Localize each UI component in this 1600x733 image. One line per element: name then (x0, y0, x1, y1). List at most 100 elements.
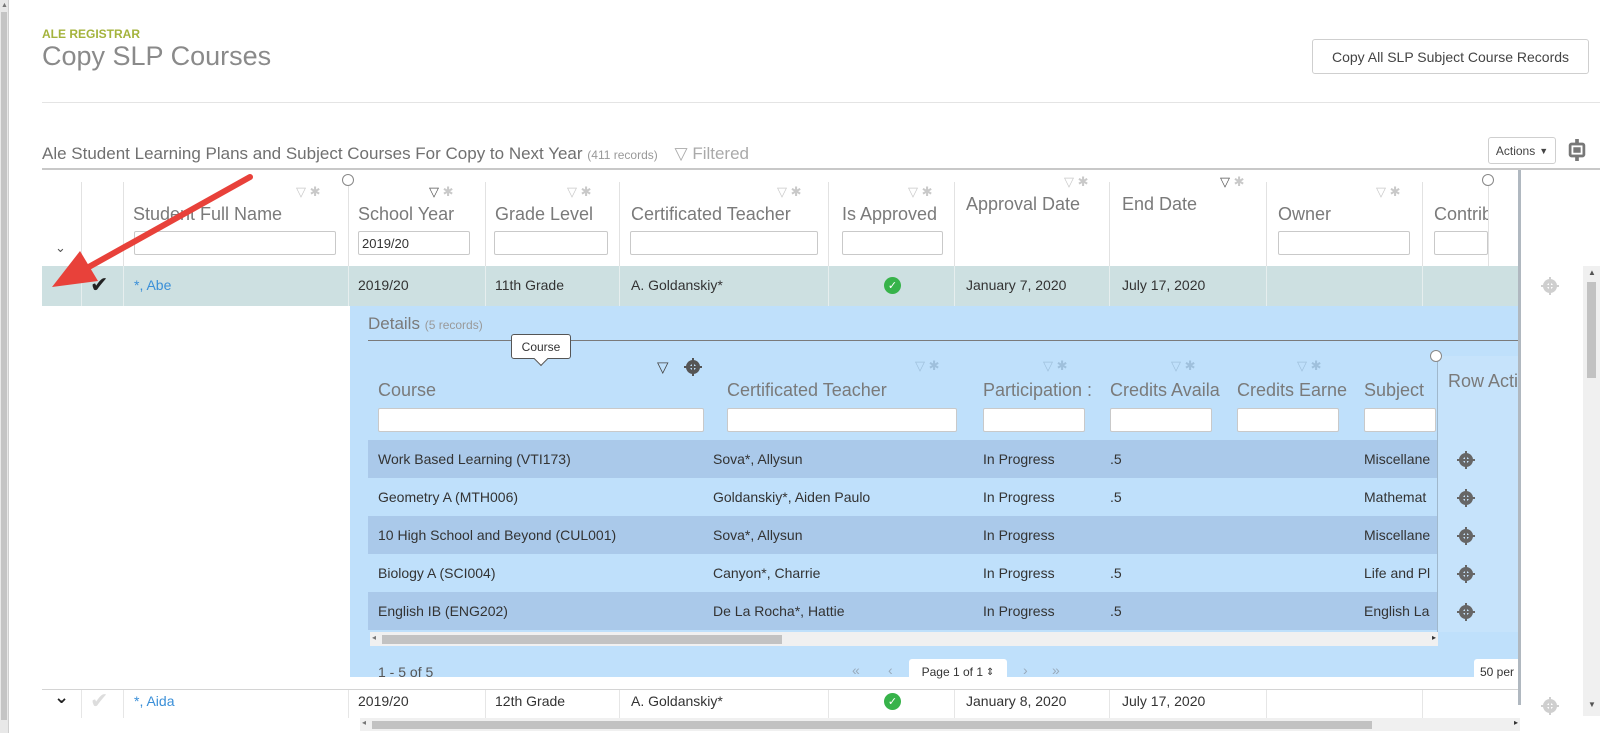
details-title: Details (5 records) (368, 314, 483, 334)
filter-grade-level[interactable] (494, 231, 608, 255)
detail-row-gear-icon[interactable] (1456, 564, 1476, 584)
row-action-gear-icon[interactable] (1540, 696, 1560, 716)
window-scroll-thumb[interactable] (1, 12, 7, 720)
filter-certificated-teacher[interactable] (630, 231, 818, 255)
detail-cell-participation: In Progress (983, 527, 1055, 543)
detail-row-gear-icon[interactable] (1456, 526, 1476, 546)
row-action-gear-icon[interactable] (1540, 276, 1560, 296)
filtered-indicator[interactable]: ▽ Filtered (675, 144, 750, 163)
cell-grade-level: 11th Grade (495, 277, 565, 293)
filter-icon[interactable]: ▽ ✱ (1376, 184, 1401, 200)
grid-record-count: (411 records) (587, 148, 658, 162)
filter-school-year[interactable] (358, 231, 470, 255)
column-resize-handle[interactable] (1430, 350, 1442, 362)
student-name-link[interactable]: *, Aida (134, 693, 174, 709)
filter-icon[interactable]: ▽ ✱ (1297, 358, 1322, 374)
detail-col-credits-earned[interactable]: Credits Earne (1237, 380, 1363, 401)
filter-contrib[interactable] (1434, 231, 1488, 255)
scroll-left-icon[interactable]: ◂ (372, 633, 376, 642)
col-certificated-teacher[interactable]: Certificated Teacher (631, 204, 791, 225)
detail-filter-credits-earned[interactable] (1237, 408, 1339, 432)
col-is-approved[interactable]: Is Approved (842, 204, 937, 225)
detail-col-row-actions[interactable]: Row Acti (1448, 371, 1518, 392)
active-filter-icon[interactable]: ▽ ✱ (1220, 174, 1245, 190)
filter-icon[interactable]: ▽ ✱ (915, 358, 940, 374)
col-approval-date[interactable]: Approval Date (966, 194, 1080, 215)
detail-table-row[interactable]: Work Based Learning (VTI173) Sova*, Ally… (368, 440, 1438, 478)
detail-col-course[interactable]: Course (378, 380, 436, 401)
detail-filter-course[interactable] (378, 408, 704, 432)
detail-col-participation[interactable]: Participation : (983, 380, 1109, 401)
detail-row-gear-icon[interactable] (1456, 602, 1476, 622)
page-select[interactable]: Page 1 of 1 ⇕ (909, 659, 1007, 685)
grid-vertical-scrollbar[interactable]: ▲ ▼ (1583, 266, 1600, 716)
first-page-icon[interactable]: « (852, 662, 860, 678)
col-end-date[interactable]: End Date (1122, 194, 1197, 215)
row-actions-column (1437, 356, 1518, 632)
detail-col-certificated-teacher[interactable]: Certificated Teacher (727, 380, 887, 401)
detail-cell-course: Geometry A (MTH006) (378, 489, 519, 505)
detail-cell-subject: Mathemat (1364, 489, 1427, 505)
filter-icon[interactable]: ▽ ✱ (1043, 358, 1068, 374)
detail-scroll-thumb[interactable] (382, 635, 782, 644)
caret-down-icon: ▼ (1539, 145, 1549, 156)
grid-hscroll-thumb[interactable] (372, 721, 1372, 729)
scroll-up-icon[interactable]: ▲ (1, 2, 8, 9)
actions-dropdown[interactable]: Actions ▼ (1488, 137, 1556, 164)
col-grade-level[interactable]: Grade Level (495, 204, 593, 225)
detail-table-row[interactable]: Geometry A (MTH006) Goldanskiy*, Aiden P… (368, 478, 1438, 516)
scroll-down-icon[interactable]: ▼ (1588, 700, 1596, 709)
filter-icon[interactable]: ▽ ✱ (1171, 358, 1196, 374)
detail-cell-course: Work Based Learning (VTI173) (378, 451, 571, 467)
cell-school-year: 2019/20 (358, 693, 409, 709)
filter-is-approved[interactable] (842, 231, 943, 255)
filter-owner[interactable] (1278, 231, 1410, 255)
detail-filter-teacher[interactable] (727, 408, 957, 432)
scroll-up-icon[interactable]: ▲ (1588, 268, 1596, 277)
annotation-arrow-icon (52, 174, 253, 287)
detail-table-row[interactable]: English IB (ENG202) De La Rocha*, Hattie… (368, 592, 1438, 630)
next-page-icon[interactable]: › (1023, 662, 1028, 678)
copy-all-button[interactable]: Copy All SLP Subject Course Records (1312, 39, 1589, 74)
filter-icon[interactable]: ▽ ✱ (1064, 174, 1089, 190)
window-scrollbar[interactable]: ▲ (0, 0, 9, 733)
per-page-select[interactable]: 50 per (1474, 659, 1518, 685)
column-tooltip: Course (511, 334, 571, 359)
filter-icon[interactable]: ▽ ✱ (567, 184, 592, 200)
column-resize-handle[interactable] (1482, 174, 1494, 186)
grid-horizontal-scrollbar[interactable]: ◂ ▸ (360, 718, 1520, 731)
scroll-right-icon[interactable]: ▸ (1432, 633, 1436, 642)
active-filter-icon[interactable]: ▽ (657, 358, 669, 376)
approved-check-icon: ✓ (884, 693, 901, 710)
detail-row-gear-icon[interactable] (1456, 488, 1476, 508)
cell-certificated-teacher: A. Goldanskiy* (631, 277, 723, 293)
detail-horizontal-scrollbar[interactable]: ◂ ▸ (370, 632, 1438, 646)
detail-col-subject[interactable]: Subject (1364, 380, 1436, 401)
detail-filter-participation[interactable] (983, 408, 1085, 432)
detail-filter-credits-available[interactable] (1110, 408, 1212, 432)
detail-table-row[interactable]: 10 High School and Beyond (CUL001) Sova*… (368, 516, 1438, 554)
active-filter-icon[interactable]: ▽ ✱ (429, 184, 454, 200)
detail-table-row[interactable]: Biology A (SCI004) Canyon*, Charrie In P… (368, 554, 1438, 592)
detail-row-gear-icon[interactable] (1456, 450, 1476, 470)
col-contrib[interactable]: Contrib (1434, 204, 1488, 225)
col-school-year[interactable]: School Year (358, 204, 454, 225)
grid-settings-gear-icon[interactable] (1566, 137, 1588, 163)
column-resize-handle[interactable] (342, 174, 354, 186)
row-unchecked-checkmark-icon[interactable]: ✔ (90, 688, 108, 714)
scroll-left-icon[interactable]: ◂ (362, 718, 366, 727)
filter-icon[interactable]: ▽ ✱ (908, 184, 933, 200)
grid-vscroll-thumb[interactable] (1587, 282, 1596, 378)
filter-icon[interactable]: ▽ ✱ (296, 184, 321, 200)
table-row[interactable]: ⌄ ✔ *, Aida 2019/20 12th Grade A. Goldan… (42, 687, 1518, 718)
prev-page-icon[interactable]: ‹ (888, 662, 893, 678)
filter-icon[interactable]: ▽ ✱ (777, 184, 802, 200)
detail-col-credits-available[interactable]: Credits Availa (1110, 380, 1236, 401)
expand-row-chevron-icon[interactable]: ⌄ (54, 687, 69, 708)
column-settings-gear-icon[interactable] (683, 357, 703, 377)
detail-filter-subject[interactable] (1364, 408, 1436, 432)
col-owner[interactable]: Owner (1278, 204, 1331, 225)
pinned-column-divider (1518, 170, 1521, 705)
last-page-icon[interactable]: » (1052, 662, 1060, 678)
scroll-right-icon[interactable]: ▸ (1514, 718, 1518, 727)
